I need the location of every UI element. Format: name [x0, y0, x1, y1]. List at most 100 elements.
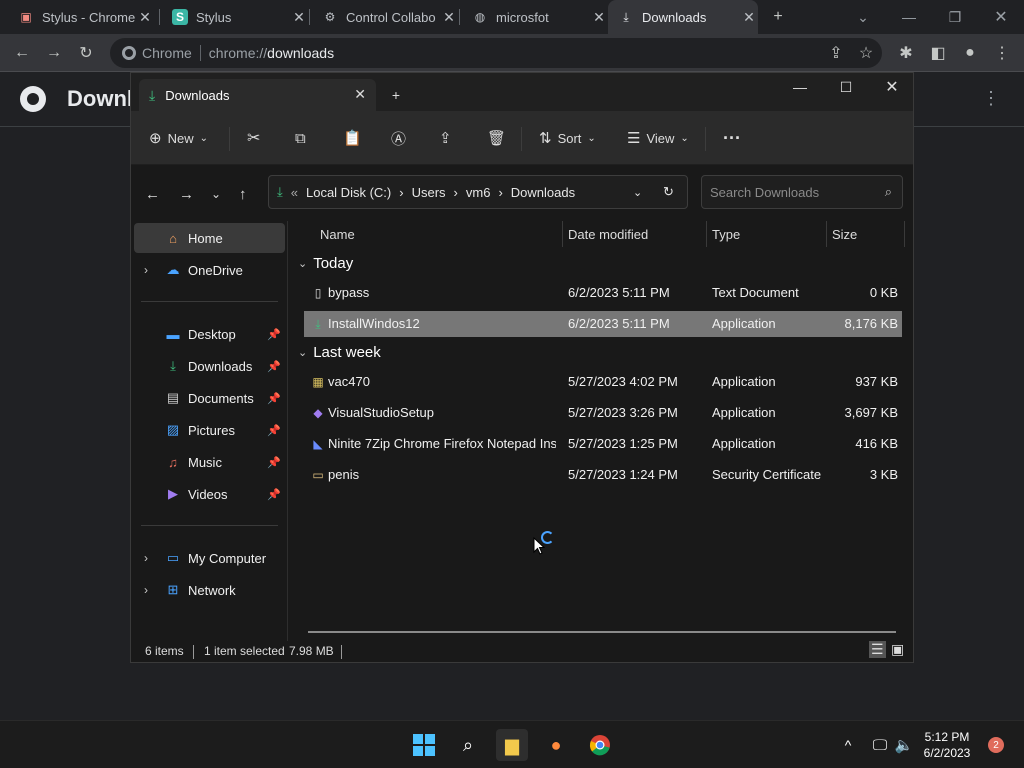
nav-item-network[interactable]: › ⊞ Network [134, 575, 285, 605]
navigation-bar: ← → ⌄ ↑ ⤓ « Local Disk (C:) › Users › vm… [131, 165, 913, 221]
file-row[interactable]: ⤓ InstallWindos12 6/2/2023 5:11 PM Appli… [304, 311, 902, 337]
horizontal-scrollbar[interactable] [308, 631, 896, 633]
refresh-icon[interactable]: ↻ [663, 184, 674, 200]
close-tab-icon[interactable]: ✕ [590, 9, 608, 26]
profile-icon[interactable]: ● [956, 39, 984, 67]
explorer-tab-downloads[interactable]: ⤓ Downloads ✕ [139, 79, 376, 111]
search-box[interactable]: Search Downloads ⌕ [701, 175, 903, 209]
nav-item-home[interactable]: ⌂ Home [134, 223, 285, 253]
new-tab-button[interactable]: + [764, 3, 792, 31]
status-divider [341, 645, 342, 659]
back-button[interactable]: ← [145, 181, 160, 207]
close-window-button[interactable]: ✕ [978, 0, 1024, 34]
breadcrumb-users[interactable]: Users [412, 185, 446, 200]
plus-circle-icon: ⊕ [149, 130, 162, 147]
reload-button[interactable]: ↻ [72, 39, 100, 67]
view-button[interactable]: ☰ View ⌄ [627, 125, 689, 151]
nav-item-documents[interactable]: ▤ Documents 📌 [134, 383, 285, 413]
new-tab-button[interactable]: + [381, 81, 411, 109]
chrome-icon[interactable] [584, 729, 616, 761]
maximize-button[interactable]: ☐ [823, 73, 869, 101]
tab-downloads[interactable]: ⤓ Downloads ✕ [608, 0, 758, 34]
file-row[interactable]: ▦ vac470 5/27/2023 4:02 PM Application 9… [304, 369, 902, 395]
nav-item-desktop[interactable]: ▬ Desktop 📌 [134, 319, 285, 349]
rename-icon[interactable]: Ⓐ [391, 125, 406, 151]
nav-item-downloads[interactable]: ⤓ Downloads 📌 [134, 351, 285, 381]
omnibox[interactable]: Chrome chrome://downloads [110, 38, 882, 68]
side-panel-icon[interactable]: ◧ [924, 39, 952, 67]
file-explorer-window: ⤓ Downloads ✕ + — ☐ ✕ ⊕ New ⌄ ✂ ⧉ 📋 Ⓐ ⇪ … [130, 72, 914, 663]
close-window-button[interactable]: ✕ [869, 73, 915, 101]
start-button[interactable] [408, 729, 440, 761]
column-divider[interactable] [904, 221, 905, 247]
share-icon[interactable]: ⇪ [439, 125, 452, 151]
notification-badge[interactable]: 2 [988, 737, 1004, 753]
file-row[interactable]: ◆ VisualStudioSetup 5/27/2023 3:26 PM Ap… [304, 400, 902, 426]
close-tab-icon[interactable]: ✕ [290, 9, 308, 26]
column-header-size[interactable]: Size [832, 227, 857, 242]
pin-icon: 📌 [267, 392, 281, 405]
column-divider[interactable] [706, 221, 707, 247]
minimize-button[interactable]: — [886, 0, 932, 34]
chrome-menu-icon[interactable]: ⋮ [988, 39, 1016, 67]
copy-icon[interactable]: ⧉ [295, 125, 306, 151]
nav-item-music[interactable]: ♫ Music 📌 [134, 447, 285, 477]
tab-search-icon[interactable]: ⌄ [840, 0, 886, 34]
column-header-date[interactable]: Date modified [568, 227, 648, 242]
group-header-today[interactable]: ⌄ Today [298, 255, 353, 272]
close-tab-icon[interactable]: ✕ [440, 9, 458, 26]
firefox-icon[interactable]: ● [540, 729, 572, 761]
nav-item-onedrive[interactable]: › ☁ OneDrive [134, 255, 285, 285]
column-header-name[interactable]: Name [320, 227, 355, 242]
file-row[interactable]: ◣ Ninite 7Zip Chrome Firefox Notepad Ins… [304, 431, 902, 457]
close-tab-icon[interactable]: ✕ [136, 9, 154, 26]
up-button[interactable]: ↑ [239, 181, 247, 207]
column-divider[interactable] [562, 221, 563, 247]
extensions-icon[interactable]: ✱ [892, 39, 920, 67]
see-more-icon[interactable]: ··· [723, 125, 741, 151]
new-button[interactable]: ⊕ New ⌄ [149, 125, 208, 151]
breadcrumb-downloads[interactable]: Downloads [511, 185, 575, 200]
tab-stylus-chrome[interactable]: ▣ Stylus - Chrome ✕ [8, 0, 154, 34]
forward-button[interactable]: → [179, 181, 194, 207]
back-button[interactable]: ← [8, 39, 36, 67]
restore-button[interactable]: ❐ [932, 0, 978, 34]
paste-icon[interactable]: 📋 [343, 125, 362, 151]
sort-button[interactable]: ⇅ Sort ⌄ [539, 125, 596, 151]
tab-microsfot[interactable]: ◍ microsfot ✕ [462, 0, 608, 34]
address-dropdown-icon[interactable]: ⌄ [633, 186, 642, 199]
chevron-right-icon[interactable]: › [144, 263, 148, 277]
nav-item-pictures[interactable]: ▨ Pictures 📌 [134, 415, 285, 445]
bookmark-star-icon[interactable]: ☆ [852, 39, 880, 67]
file-explorer-icon[interactable]: ▆ [496, 729, 528, 761]
details-view-icon[interactable]: ☰ [869, 641, 886, 658]
nav-item-videos[interactable]: ▶ Videos 📌 [134, 479, 285, 509]
tab-stylus[interactable]: S Stylus ✕ [162, 0, 308, 34]
chevron-right-icon[interactable]: › [144, 583, 148, 597]
more-actions-icon[interactable]: ⋮ [982, 88, 1000, 109]
breadcrumb-local-disk[interactable]: Local Disk (C:) [306, 185, 391, 200]
group-header-last-week[interactable]: ⌄ Last week [298, 344, 381, 361]
delete-icon[interactable]: 🗑 [487, 125, 506, 151]
search-icon[interactable]: ⌕ [452, 729, 484, 761]
column-header-type[interactable]: Type [712, 227, 740, 242]
close-tab-icon[interactable]: ✕ [354, 86, 366, 103]
breadcrumb-vm6[interactable]: vm6 [466, 185, 491, 200]
nav-item-my-computer[interactable]: › ▭ My Computer [134, 543, 285, 573]
clock[interactable]: 5:12 PM 6/2/2023 [914, 729, 980, 761]
tiles-view-icon[interactable]: ▣ [891, 641, 904, 658]
file-row[interactable]: ▯ bypass 6/2/2023 5:11 PM Text Document … [304, 280, 902, 306]
share-icon[interactable]: ⇪ [822, 39, 850, 67]
recent-locations-icon[interactable]: ⌄ [211, 181, 221, 207]
chevron-right-icon[interactable]: › [144, 551, 148, 565]
cut-icon[interactable]: ✂ [247, 125, 260, 151]
address-bar[interactable]: ⤓ « Local Disk (C:) › Users › vm6 › Down… [268, 175, 688, 209]
forward-button[interactable]: → [40, 39, 68, 67]
tab-control-collab[interactable]: ⚙ Control Collabo ✕ [312, 0, 458, 34]
file-row[interactable]: ▭ penis 5/27/2023 1:24 PM Security Certi… [304, 462, 902, 488]
column-divider[interactable] [826, 221, 827, 247]
minimize-button[interactable]: — [777, 73, 823, 101]
chevron-up-icon[interactable]: ^ [832, 729, 864, 761]
taskbar: ⌕ ▆ ● ^ 🖵 🔈 5:12 PM 6/2/2023 2 [0, 720, 1024, 768]
close-tab-icon[interactable]: ✕ [740, 9, 758, 26]
